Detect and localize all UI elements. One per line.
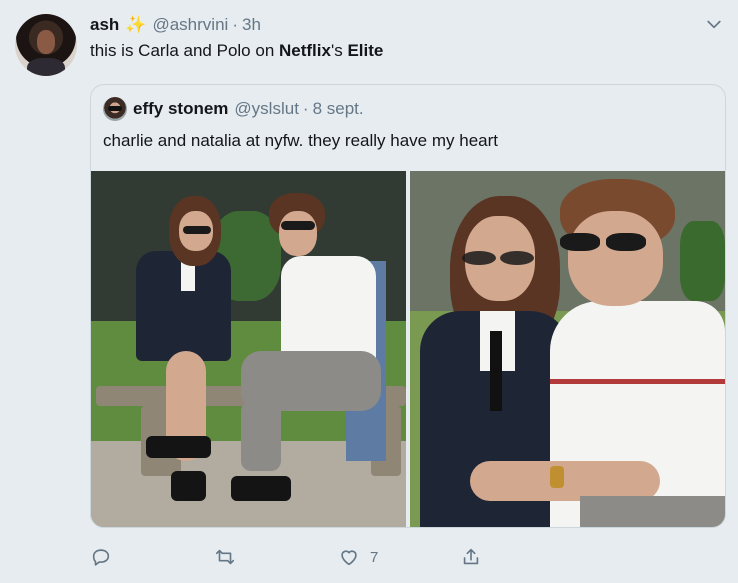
photo-shrub <box>680 221 725 301</box>
photo-tie <box>490 331 502 411</box>
retweet-icon <box>215 549 235 565</box>
photo-trousers <box>580 496 725 527</box>
reply-icon <box>92 549 110 566</box>
photo-face <box>279 211 317 256</box>
tweet-text-part: this is Carla and Polo on <box>90 41 279 60</box>
quoted-text: charlie and natalia at nyfw. they really… <box>103 131 498 150</box>
photo-sunglasses <box>183 226 211 234</box>
tweet[interactable]: ash ✨ @ashrvini · 3h this is Carla and P… <box>0 0 738 583</box>
tweet-text: this is Carla and Polo on Netflix's Elit… <box>90 40 383 62</box>
tweet-text-bold-netflix: Netflix <box>279 41 331 60</box>
like-count: 7 <box>370 548 379 566</box>
photo-sunglasses <box>462 251 496 265</box>
quoted-avatar[interactable] <box>103 97 127 121</box>
tweet-header: ash ✨ @ashrvini · 3h <box>90 14 261 36</box>
photo-watch <box>550 466 564 488</box>
quoted-photo-1[interactable] <box>91 171 406 527</box>
chevron-down-icon[interactable] <box>704 14 724 34</box>
tweet-text-bold-elite: Elite <box>347 41 384 60</box>
reply-button[interactable] <box>90 546 122 568</box>
quoted-tweet[interactable]: effy stonem @yslslut · 8 sept. charlie a… <box>90 84 726 528</box>
photo-shoe <box>146 436 211 458</box>
share-button[interactable] <box>460 546 492 568</box>
tweet-actions: 7 <box>90 540 490 574</box>
photo-shoe <box>171 471 206 501</box>
tweet-timestamp[interactable]: 3h <box>242 15 261 35</box>
avatar-shirt <box>27 58 65 76</box>
avatar-face <box>37 30 55 54</box>
author-avatar[interactable] <box>15 14 77 76</box>
photo-sunglasses <box>606 233 646 251</box>
tweet-text-part: 's <box>330 41 348 60</box>
share-icon <box>463 548 479 565</box>
quoted-date[interactable]: 8 sept. <box>313 99 364 119</box>
author-handle[interactable]: @ashrvini <box>152 15 228 35</box>
heart-icon <box>341 550 357 566</box>
retweet-button[interactable] <box>214 546 246 568</box>
photo-white-shirt-guy <box>281 256 376 366</box>
photo-sunglasses <box>500 251 534 265</box>
quoted-header: effy stonem @yslslut · 8 sept. <box>103 97 364 121</box>
sparkles-icon: ✨ <box>125 15 147 34</box>
photo-shoe <box>231 476 291 501</box>
like-button[interactable]: 7 <box>338 546 378 568</box>
photo-sunglasses <box>560 233 600 251</box>
author-name[interactable]: ash <box>90 15 119 35</box>
separator-dot: · <box>302 99 309 118</box>
separator-dot: · <box>232 15 238 34</box>
quoted-author-name[interactable]: effy stonem <box>133 99 228 119</box>
quoted-author-handle[interactable]: @yslslut <box>234 99 299 119</box>
photo-stripe <box>550 379 725 384</box>
photo-trousers-leg <box>241 401 281 471</box>
photo-arm <box>470 461 660 501</box>
photo-face <box>568 211 663 306</box>
photo-sunglasses <box>281 221 315 230</box>
quoted-photo-2[interactable] <box>410 171 725 527</box>
